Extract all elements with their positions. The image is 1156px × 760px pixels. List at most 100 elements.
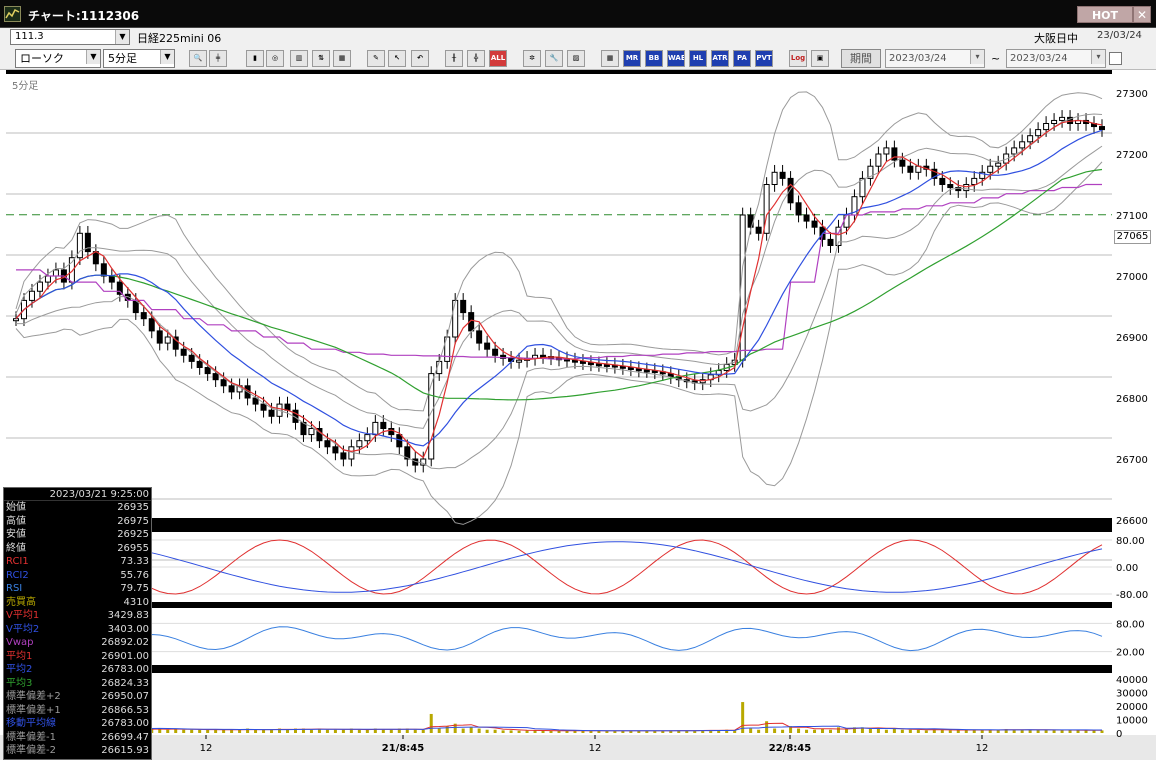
time-axis-label: 22/8:45 xyxy=(769,743,811,754)
color-palette-icon[interactable]: ▨ xyxy=(567,50,585,67)
calendar-icon[interactable]: ▾ xyxy=(1091,50,1105,64)
candle-icon[interactable]: ▮ xyxy=(246,50,264,67)
data-window-row: Vwap 26892.02 xyxy=(4,636,151,650)
volume-bar xyxy=(493,729,497,733)
rsi-axis-label: 80.00 xyxy=(1116,619,1145,630)
chart-type-select[interactable]: ローソク ▼ xyxy=(15,49,101,68)
volume-bar xyxy=(309,729,313,733)
instrument-name: 日経225mini 06 xyxy=(137,32,222,45)
search-chart-icon[interactable]: ◎ xyxy=(266,50,284,67)
volume-bar xyxy=(749,728,753,733)
log-button[interactable]: Log xyxy=(789,50,807,67)
volume-bar xyxy=(286,729,289,733)
data-window-label: RCI2 xyxy=(6,569,29,581)
candle-body xyxy=(875,153,882,167)
chevron-down-icon[interactable]: ▼ xyxy=(115,30,129,44)
date-from-field[interactable]: 2023/03/24 ▾ xyxy=(885,49,985,68)
data-window-value: 26935 xyxy=(117,502,149,513)
data-window-label: 標準偏差+2 xyxy=(6,691,61,702)
data-window-row: RCI2 55.76 xyxy=(4,569,151,583)
mr-button[interactable]: MR xyxy=(623,50,641,67)
close-button[interactable]: ✕ xyxy=(1133,6,1151,23)
date-to-field[interactable]: 2023/03/24 ▾ xyxy=(1006,49,1106,68)
data-window-value: 26824.33 xyxy=(101,677,149,689)
candle-body xyxy=(803,214,810,222)
toolbar: ローソク ▼ 5分足 ▼ 🔍 ╪ ▮ ◎ ▥ ⇅ ▦ ✎ ↖ ↶ ╫ ╬ ALL… xyxy=(0,46,1156,70)
data-window-value: 55.76 xyxy=(120,569,149,581)
volume-bar xyxy=(262,729,266,733)
gear-icon[interactable]: ✲ xyxy=(523,50,541,67)
hl-button[interactable]: HL xyxy=(689,50,707,67)
candle-body xyxy=(1027,135,1034,143)
volume-bar xyxy=(908,729,912,733)
volume-bar xyxy=(813,729,817,733)
chart-area[interactable]: 27300 27200 27100 27000 26900 26800 26700 26600… xyxy=(0,70,1156,760)
data-window-row: 標準偏差-2 26615.93 xyxy=(4,744,151,758)
wae-button[interactable]: WAE xyxy=(667,50,685,67)
volume-bar xyxy=(1084,730,1088,733)
bar-chart-icon[interactable]: ▥ xyxy=(290,50,308,67)
candle-body xyxy=(587,362,594,366)
candle-body xyxy=(635,368,642,372)
cursor-icon[interactable]: ↖ xyxy=(388,50,406,67)
data-window-value: 26901.00 xyxy=(101,650,149,662)
pa-button[interactable]: PA xyxy=(733,50,751,67)
volume-bar xyxy=(413,729,417,733)
pvt-button[interactable]: PVT xyxy=(755,50,773,67)
volume-bar xyxy=(1076,730,1080,733)
candle-body xyxy=(13,318,19,322)
wrench-icon[interactable]: 🔧 xyxy=(545,50,563,67)
chevron-down-icon[interactable]: ▼ xyxy=(86,50,100,64)
data-window-value: 26615.93 xyxy=(101,745,149,756)
data-window-row: RSI 79.75 xyxy=(4,582,151,596)
symbol-select[interactable]: 111.3 ▼ xyxy=(10,29,130,45)
candle-body xyxy=(1011,147,1018,155)
signal-icon[interactable]: ⇅ xyxy=(312,50,330,67)
data-window-label: 標準偏差-1 xyxy=(6,731,56,743)
volume-bar xyxy=(517,730,521,733)
period-button[interactable]: 期間 xyxy=(841,49,881,68)
undo-icon[interactable]: ↶ xyxy=(411,50,429,67)
volume-bar xyxy=(214,729,218,733)
candle-body xyxy=(1059,116,1066,121)
range-checkbox[interactable] xyxy=(1109,52,1122,65)
volume-bar xyxy=(206,729,210,733)
date-from-value: 2023/03/24 xyxy=(889,53,947,64)
disabled-tool-icon[interactable]: ▦ xyxy=(333,50,351,67)
candle-body xyxy=(755,226,762,234)
candle-body xyxy=(460,299,467,314)
date-to-value: 2023/03/24 xyxy=(1010,53,1068,64)
pencil-icon[interactable]: ✎ xyxy=(367,50,385,67)
candle-body xyxy=(963,184,970,192)
candle-body xyxy=(164,336,171,344)
zoom-icon[interactable]: 🔍 xyxy=(189,50,207,67)
bb-button[interactable]: BB xyxy=(645,50,663,67)
data-window-value: 26866.53 xyxy=(101,704,149,716)
atr-button[interactable]: ATR xyxy=(711,50,729,67)
candle-body xyxy=(108,275,115,283)
candle-compare-icon[interactable]: ╫ xyxy=(445,50,463,67)
symbol-value: 111.3 xyxy=(15,31,44,42)
grid-icon[interactable]: ▦ xyxy=(601,50,619,67)
export-icon[interactable]: ▣ xyxy=(811,50,829,67)
timeframe-value: 5分足 xyxy=(108,52,137,65)
candle-body xyxy=(811,220,818,228)
candle-body xyxy=(92,251,99,265)
hot-button[interactable]: HOT xyxy=(1077,6,1133,23)
all-button[interactable]: ALL xyxy=(489,50,507,67)
timeframe-select[interactable]: 5分足 ▼ xyxy=(103,49,175,68)
candle-split-icon[interactable]: ╬ xyxy=(467,50,485,67)
calendar-icon[interactable]: ▾ xyxy=(970,50,984,64)
candle-body xyxy=(180,348,187,356)
chart-canvas[interactable]: 27300 27200 27100 27000 26900 26800 26700 26600… xyxy=(0,70,1156,760)
data-window-row: 安値 26925 xyxy=(4,528,151,542)
price-axis-label: 26600 xyxy=(1116,516,1148,527)
volume-bar xyxy=(541,730,545,733)
data-window-row: V平均1 3429.83 xyxy=(4,609,151,623)
data-window-label: 終値 xyxy=(6,542,26,554)
chevron-down-icon[interactable]: ▼ xyxy=(160,50,174,64)
volume-bar xyxy=(876,728,880,733)
candle-body xyxy=(787,177,794,204)
crosshair-icon[interactable]: ╪ xyxy=(209,50,227,67)
data-window-value: 26699.47 xyxy=(101,731,149,743)
